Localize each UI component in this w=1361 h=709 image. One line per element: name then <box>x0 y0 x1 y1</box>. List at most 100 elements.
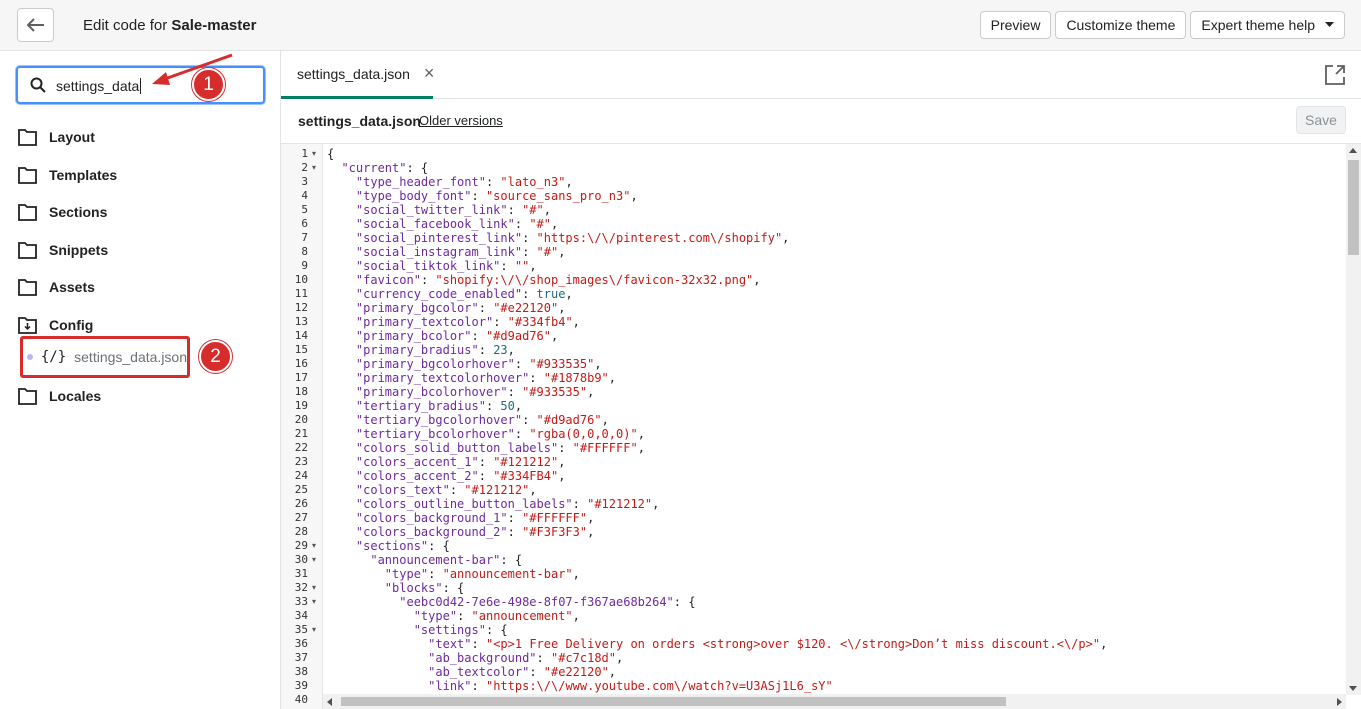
code-editor[interactable]: 1 2 3 4 5 6 7 8 9 10 11 12 13 14 15 16 17 18 19 20 21 22 23 24 2… <box>281 143 1361 709</box>
code-token: "rgba(0,0,0,0)" <box>529 427 638 441</box>
horizontal-scroll-thumb[interactable] <box>341 697 1006 706</box>
annotation-badge-2: 2 <box>199 340 232 373</box>
code-token: "shopify:\/\/shop_images\/favicon-32x32.… <box>435 273 754 287</box>
code-token: "type" <box>384 567 429 581</box>
scroll-down-icon[interactable] <box>1349 686 1357 691</box>
expert-theme-help-button[interactable]: Expert theme help <box>1190 11 1345 39</box>
code-line: "social_facebook_link": "#", <box>327 217 1107 231</box>
page-title-prefix: Edit code for <box>83 17 172 34</box>
folder-layout[interactable]: Layout <box>18 126 95 148</box>
line-number: 13 <box>294 315 308 328</box>
fold-toggle-icon[interactable]: ▾ <box>312 625 316 634</box>
code-token: : <box>457 609 472 623</box>
code-token: : <box>471 329 486 343</box>
code-token: "type_body_font" <box>355 189 472 203</box>
customize-theme-button[interactable]: Customize theme <box>1055 11 1187 39</box>
tab-settings-data-json[interactable]: settings_data.json × <box>281 51 435 99</box>
preview-label: Preview <box>990 17 1041 33</box>
file-settings-data-json[interactable]: {/} settings_data.json <box>20 336 190 378</box>
folder-label: Locales <box>49 388 102 404</box>
fold-toggle-icon[interactable]: ▾ <box>312 583 316 592</box>
editor-tab-bar: settings_data.json × <box>281 51 1361 99</box>
theme-name: Sale-master <box>171 17 257 34</box>
caret-down-icon <box>1325 22 1334 27</box>
vertical-scroll-thumb[interactable] <box>1348 160 1359 255</box>
folder-locales[interactable]: Locales <box>18 385 101 407</box>
code-token: "lato_n3" <box>500 175 566 189</box>
code-token: : <box>514 427 530 441</box>
code-line: "ab_background": "#c7c18d", <box>327 651 1107 665</box>
code-token: : { <box>406 161 429 175</box>
code-line: "colors_text": "#121212", <box>327 483 1107 497</box>
code-token: : <box>485 175 501 189</box>
line-number: 15 <box>294 343 308 356</box>
code-line: "favicon": "shopify:\/\/shop_images\/fav… <box>327 273 1107 287</box>
line-number: 39 <box>294 679 308 692</box>
code-token: "primary_textcolor" <box>355 315 494 329</box>
code-token: "blocks" <box>384 581 443 595</box>
fold-toggle-icon[interactable]: ▾ <box>312 555 316 564</box>
line-number: 37 <box>294 651 308 664</box>
preview-button[interactable]: Preview <box>979 11 1052 39</box>
close-icon[interactable]: × <box>424 63 435 84</box>
code-token: : <box>558 441 573 455</box>
code-token: , <box>558 301 566 315</box>
code-line: "colors_accent_1": "#121212", <box>327 455 1107 469</box>
expand-icon[interactable] <box>1325 65 1345 85</box>
code-token: , <box>652 497 660 511</box>
line-gutter: 1 2 3 4 5 6 7 8 9 10 11 12 13 14 15 16 17 18 19 20 21 22 23 24 2… <box>281 144 323 709</box>
fold-toggle-icon[interactable]: ▾ <box>312 149 316 158</box>
save-button[interactable]: Save <box>1296 106 1346 134</box>
fold-toggle-icon[interactable]: ▾ <box>312 163 316 172</box>
code-content[interactable]: { "current": { "type_header_font": "lato… <box>327 147 1107 707</box>
line-number: 26 <box>294 497 308 510</box>
expert-label: Expert theme help <box>1201 17 1315 33</box>
search-value: settings_data <box>56 78 142 94</box>
folder-templates[interactable]: Templates <box>18 164 117 186</box>
code-token: : <box>471 637 486 651</box>
line-number: 35 <box>294 623 308 636</box>
line-number: 5 <box>301 203 308 216</box>
fold-toggle-icon[interactable]: ▾ <box>312 541 316 550</box>
code-line: "tertiary_bradius": 50, <box>327 399 1107 413</box>
folder-assets[interactable]: Assets <box>18 276 95 298</box>
vertical-scrollbar[interactable] <box>1346 144 1361 695</box>
scroll-right-icon[interactable] <box>1337 698 1342 706</box>
code-token: "social_instagram_link" <box>355 245 523 259</box>
code-token: { <box>327 147 335 161</box>
code-line: "primary_bcolorhover": "#933535", <box>327 385 1107 399</box>
code-token: : <box>522 287 537 301</box>
folder-sections[interactable]: Sections <box>18 201 107 223</box>
code-line: "settings": { <box>327 623 1107 637</box>
code-token: "#c7c18d" <box>550 651 617 665</box>
folder-snippets[interactable]: Snippets <box>18 239 108 261</box>
code-token: "link" <box>428 679 472 693</box>
scroll-left-icon[interactable] <box>327 698 332 706</box>
code-line: "current": { <box>327 161 1107 175</box>
scroll-up-icon[interactable] <box>1349 148 1357 153</box>
code-token: , <box>550 329 559 343</box>
older-versions-link[interactable]: Older versions <box>419 113 503 128</box>
customize-label: Customize theme <box>1066 17 1176 33</box>
code-token: "<p>1 Free Delivery on orders <strong>ov… <box>485 637 1101 651</box>
horizontal-scrollbar[interactable] <box>323 694 1346 709</box>
top-bar: Edit code for Sale-master Preview Custom… <box>0 0 1361 51</box>
folder-label: Assets <box>49 279 95 295</box>
fold-toggle-icon[interactable]: ▾ <box>312 597 316 606</box>
line-number: 22 <box>294 441 308 454</box>
code-token: "primary_bcolorhover" <box>355 385 508 399</box>
code-token: "type" <box>413 609 458 623</box>
folder-config[interactable]: Config <box>18 314 93 336</box>
code-token: "social_facebook_link" <box>355 217 515 231</box>
code-token: : { <box>442 581 465 595</box>
back-button[interactable] <box>17 8 54 42</box>
code-line: "blocks": { <box>327 581 1107 595</box>
